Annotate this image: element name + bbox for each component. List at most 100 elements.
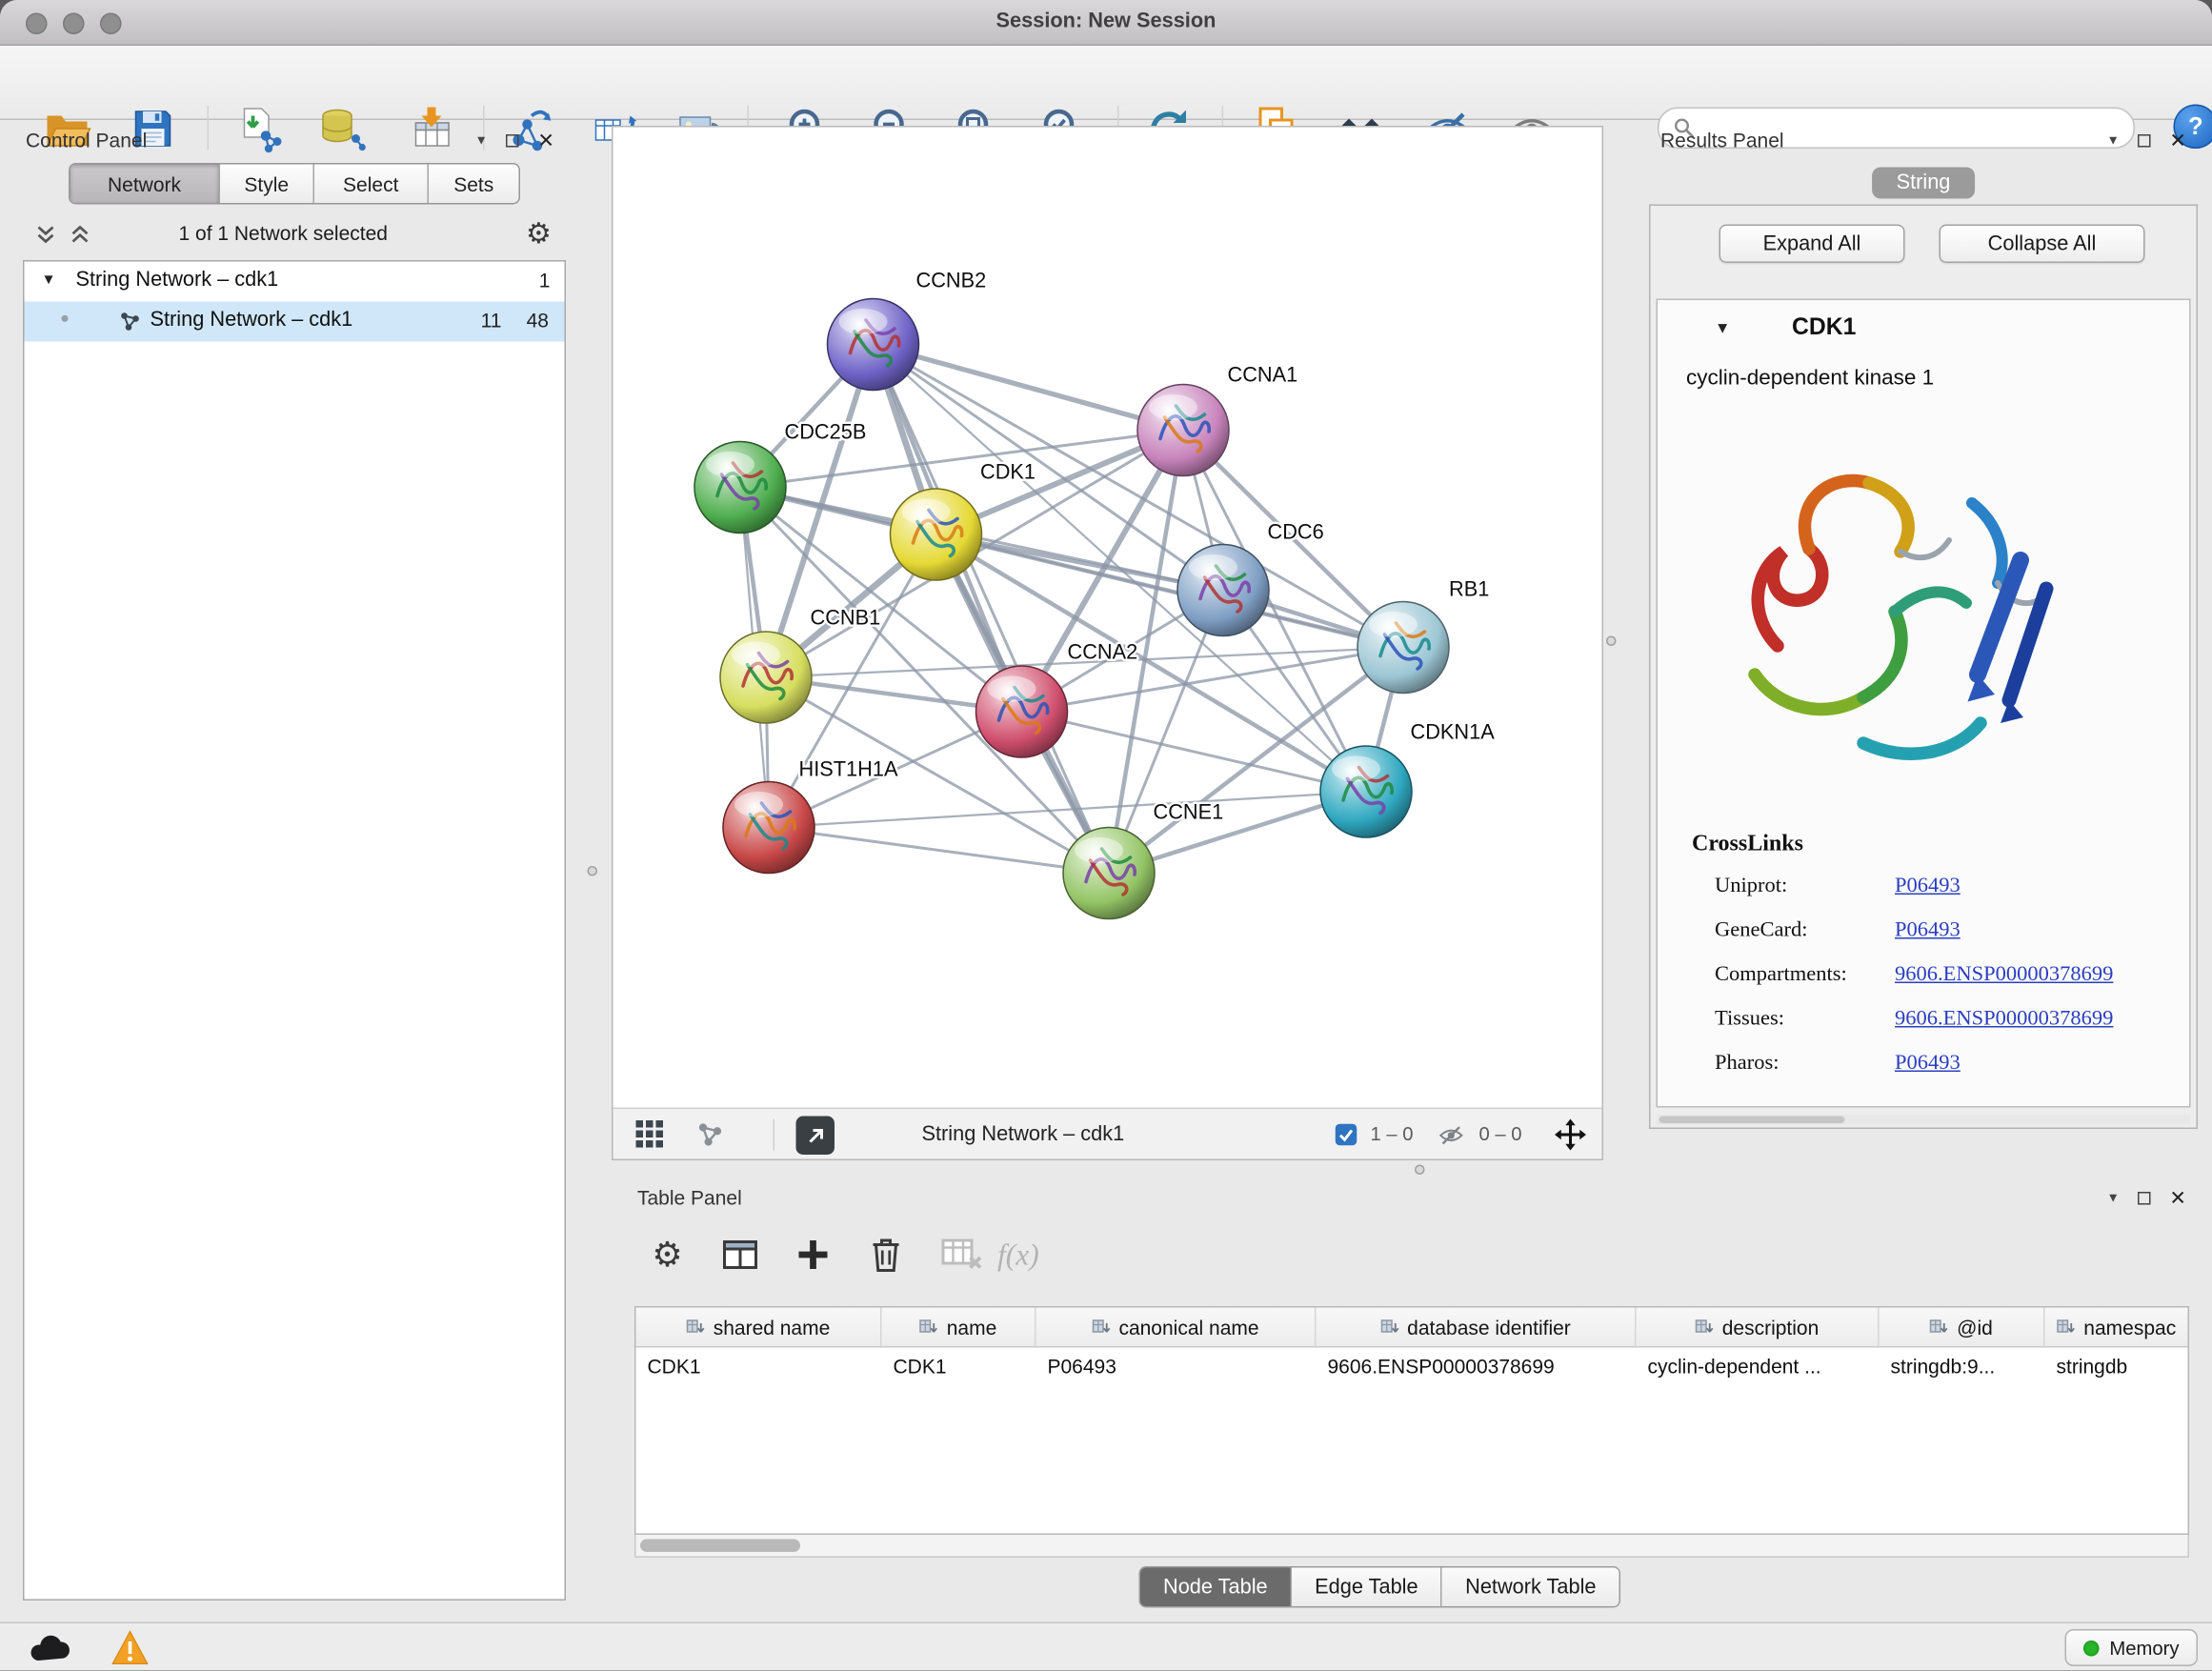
- network-row[interactable]: ● String Network – cdk1 11 48: [25, 302, 565, 342]
- scrollbar-thumb[interactable]: [640, 1540, 800, 1553]
- column-header[interactable]: shared name: [636, 1308, 882, 1347]
- gear-icon: ⚙: [652, 1234, 682, 1276]
- network-edge[interactable]: [769, 828, 1109, 874]
- annotation-mode-button[interactable]: [796, 1117, 835, 1156]
- network-node-CCNE1[interactable]: [1063, 828, 1155, 919]
- column-header[interactable]: database identifier: [1317, 1308, 1637, 1347]
- sort-column-icon: [1930, 1318, 1949, 1337]
- column-label: name: [947, 1316, 997, 1339]
- panel-menu-icon[interactable]: ▼: [475, 133, 488, 148]
- show-columns-button[interactable]: [714, 1229, 766, 1280]
- delete-table-button[interactable]: [936, 1229, 988, 1280]
- network-node-CCNB1[interactable]: [720, 632, 812, 723]
- table-cell[interactable]: CDK1: [882, 1348, 1036, 1385]
- control-panel-tabs: Network Style Select Sets: [69, 163, 520, 205]
- panel-menu-icon[interactable]: ▼: [2107, 133, 2120, 148]
- delete-column-button[interactable]: [860, 1229, 912, 1280]
- collapse-all-button[interactable]: Collapse All: [1940, 225, 2145, 264]
- tab-node-table[interactable]: Node Table: [1140, 1568, 1291, 1607]
- float-panel-icon[interactable]: [2138, 1191, 2151, 1204]
- expand-tree-icon[interactable]: [34, 223, 57, 246]
- table-cell[interactable]: stringdb: [2045, 1348, 2188, 1385]
- crosslinks-title: CrossLinks: [1692, 832, 1803, 857]
- cloud-icon: [29, 1631, 71, 1665]
- network-node-CCNB2[interactable]: [828, 299, 919, 391]
- table-panel: Table Panel ▼ ✕ ⚙ f(x) shared name name: [623, 1180, 2201, 1620]
- network-node-CCNA2[interactable]: [976, 666, 1068, 757]
- network-node-CCNA1[interactable]: [1137, 385, 1229, 476]
- table-cell[interactable]: 9606.ENSP00000378699: [1317, 1348, 1637, 1385]
- sphere-highlight: [706, 452, 754, 477]
- crosslink-link[interactable]: 9606.ENSP00000378699: [1895, 963, 2113, 988]
- float-panel-icon[interactable]: [2138, 133, 2151, 147]
- crosslink-link[interactable]: P06493: [1895, 875, 1961, 899]
- table-cell[interactable]: stringdb:9...: [1880, 1348, 2045, 1385]
- checkbox-icon: [1335, 1123, 1357, 1146]
- close-panel-icon[interactable]: ✕: [2169, 1188, 2186, 1208]
- grid-view-button[interactable]: [636, 1120, 665, 1149]
- crosslink-link[interactable]: P06493: [1895, 919, 1961, 944]
- memory-button[interactable]: Memory: [2065, 1629, 2198, 1666]
- memory-status-dot: [2083, 1641, 2100, 1657]
- function-builder-button[interactable]: f(x): [997, 1238, 1039, 1274]
- cloud-status-button[interactable]: [26, 1626, 74, 1669]
- tab-string[interactable]: String: [1872, 168, 1975, 199]
- node-label-CCNE1: CCNE1: [1154, 800, 1224, 824]
- table-horizontal-scrollbar[interactable]: [634, 1535, 2189, 1558]
- network-canvas[interactable]: CCNB2CCNA1CDC25BCDK1CDC6RB1CCNB1CCNA2CDK…: [613, 128, 1602, 1108]
- network-collection-row[interactable]: ▾ String Network – cdk1 1: [25, 262, 565, 302]
- sort-column-icon: [686, 1318, 705, 1337]
- network-node-CDC25B[interactable]: [694, 442, 786, 534]
- tab-network[interactable]: Network: [70, 165, 219, 204]
- float-panel-icon[interactable]: [506, 133, 519, 147]
- close-panel-icon[interactable]: ✕: [537, 131, 554, 151]
- horizontal-splitter-handle[interactable]: [1415, 1165, 1425, 1176]
- tab-style[interactable]: Style: [219, 165, 313, 204]
- network-node-CDKN1A[interactable]: [1320, 746, 1412, 837]
- create-column-button[interactable]: [788, 1229, 839, 1280]
- crosslink-link[interactable]: P06493: [1895, 1052, 1961, 1077]
- network-view-toolbar: String Network – cdk1 1 – 0 0 – 0: [613, 1108, 1602, 1159]
- network-edge[interactable]: [1022, 712, 1367, 792]
- move-arrows-icon: [1554, 1117, 1588, 1152]
- table-cell[interactable]: cyclin-dependent ...: [1637, 1348, 1880, 1385]
- table-options-button[interactable]: ⚙: [642, 1229, 694, 1280]
- hidden-counter: 0 – 0: [1479, 1109, 1522, 1160]
- tree-expander-icon[interactable]: ▾: [45, 269, 53, 289]
- network-node-HIST1H1A[interactable]: [723, 782, 814, 874]
- expand-all-button[interactable]: Expand All: [1719, 225, 1905, 264]
- sphere-highlight: [734, 792, 783, 817]
- column-header[interactable]: name: [882, 1308, 1036, 1347]
- crosslink-label: Compartments:: [1715, 963, 1847, 988]
- section-collapse-icon[interactable]: ▼: [1715, 320, 1730, 337]
- network-node-CDK1[interactable]: [891, 489, 982, 580]
- tab-select[interactable]: Select: [313, 165, 428, 204]
- column-header[interactable]: @id: [1880, 1308, 2045, 1347]
- gear-icon[interactable]: ⚙: [526, 216, 552, 252]
- column-header[interactable]: description: [1637, 1308, 1880, 1347]
- network-edge[interactable]: [874, 345, 1110, 874]
- tab-sets[interactable]: Sets: [428, 165, 519, 204]
- warnings-button[interactable]: [106, 1626, 154, 1669]
- right-splitter-handle[interactable]: [1606, 636, 1617, 647]
- current-network-bullet-icon: ●: [60, 311, 70, 328]
- column-header[interactable]: canonical name: [1036, 1308, 1317, 1347]
- network-node-RB1[interactable]: [1357, 602, 1449, 694]
- close-panel-icon[interactable]: ✕: [2169, 131, 2186, 151]
- column-header[interactable]: namespac: [2045, 1308, 2188, 1347]
- collapse-tree-icon[interactable]: [69, 223, 91, 246]
- results-horizontal-scrollbar[interactable]: [1657, 1115, 2191, 1125]
- network-style-button[interactable]: [696, 1120, 725, 1149]
- pan-mode-button[interactable]: [1554, 1117, 1588, 1152]
- panel-menu-icon[interactable]: ▼: [2107, 1191, 2120, 1205]
- left-splitter-handle[interactable]: [588, 866, 598, 876]
- table-cell[interactable]: P06493: [1036, 1348, 1317, 1385]
- table-cell[interactable]: CDK1: [636, 1348, 882, 1385]
- crosslink-link[interactable]: 9606.ENSP00000378699: [1895, 1008, 2113, 1033]
- tab-network-table[interactable]: Network Table: [1441, 1568, 1619, 1607]
- sphere-highlight: [988, 676, 1036, 702]
- selected-nodes-indicator: [1335, 1123, 1357, 1146]
- table-row[interactable]: CDK1 CDK1 P06493 9606.ENSP00000378699 cy…: [636, 1348, 2188, 1385]
- tab-edge-table[interactable]: Edge Table: [1291, 1568, 1441, 1607]
- network-node-CDC6[interactable]: [1177, 545, 1269, 636]
